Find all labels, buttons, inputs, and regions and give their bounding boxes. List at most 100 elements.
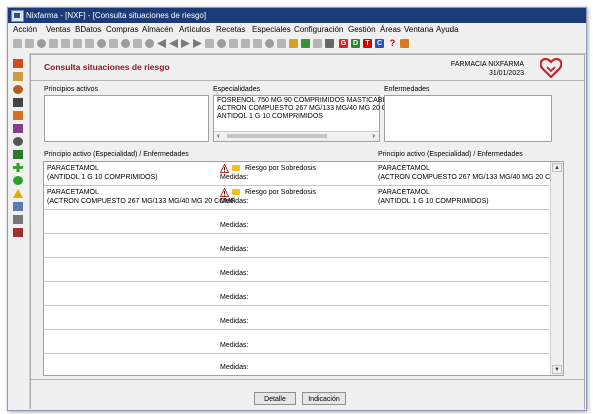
new-icon[interactable] [13, 39, 22, 48]
menu-gestion[interactable]: Gestión [348, 25, 376, 34]
help-icon[interactable]: ? [388, 39, 397, 48]
table-row[interactable]: Medidas: [44, 234, 549, 258]
especialidades-label: Especialidades [213, 86, 261, 93]
calculator-icon[interactable] [241, 39, 250, 48]
save-icon[interactable] [25, 39, 34, 48]
preview-icon[interactable] [97, 39, 106, 48]
stack-icon[interactable] [277, 39, 286, 48]
enfermedades-list[interactable] [384, 95, 552, 142]
principios-list[interactable] [44, 95, 209, 142]
scroll-thumb[interactable] [227, 134, 327, 138]
right-speciality: (ACTRON COMPUESTO 267 MG/133 MG/40 MG 20… [378, 174, 564, 181]
menu-articulos[interactable]: Artículos [179, 25, 210, 34]
pills-icon [232, 189, 240, 195]
table-row[interactable]: Medidas: [44, 210, 549, 234]
detalle-button[interactable]: Detalle [254, 392, 296, 405]
favorite-icon[interactable] [145, 39, 154, 48]
list-icon[interactable] [13, 150, 23, 159]
menu-ventas[interactable]: Ventas [46, 25, 70, 34]
sales-icon[interactable] [13, 59, 23, 68]
table-row[interactable]: PARACETAMOL (ANTIDOL 1 G 10 COMPRIMIDOS)… [44, 162, 563, 186]
table-row[interactable]: Medidas: [44, 354, 549, 375]
especialidades-hscrollbar[interactable]: ‹ › [214, 131, 379, 141]
menu-areas[interactable]: Áreas [380, 25, 401, 34]
medidas-label: Medidas: [220, 246, 249, 253]
camera-icon[interactable] [253, 39, 262, 48]
table-row[interactable]: Medidas: [44, 306, 549, 330]
menu-especiales[interactable]: Especiales [252, 25, 291, 34]
d-button[interactable]: D [351, 39, 360, 48]
menu-almacen[interactable]: Almacén [142, 25, 173, 34]
back-icon[interactable] [205, 39, 214, 48]
page-title: Consulta situaciones de riesgo [44, 62, 170, 72]
alert-icon[interactable] [13, 189, 23, 198]
next-icon[interactable] [181, 39, 190, 48]
especialidad-item[interactable]: ACTRON COMPUESTO 267 MG/133 MG/40 MG 20 … [217, 105, 402, 112]
copy-icon[interactable] [61, 39, 70, 48]
scroll-left-icon[interactable]: ‹ [217, 131, 220, 140]
scroll-down-icon[interactable]: ▼ [552, 365, 562, 374]
medidas-label: Medidas: [220, 174, 249, 181]
menu-ventana[interactable]: Ventana [404, 25, 433, 34]
c-button[interactable]: C [375, 39, 384, 48]
scroll-up-icon[interactable]: ▲ [552, 163, 562, 172]
wallet-icon[interactable] [13, 72, 23, 81]
edit-icon[interactable] [37, 39, 46, 48]
first-icon[interactable] [157, 39, 166, 48]
table-row[interactable]: Medidas: [44, 282, 549, 306]
cut-icon[interactable] [109, 39, 118, 48]
home-icon[interactable] [400, 39, 409, 48]
indicacion-button[interactable]: Indicación [302, 392, 346, 405]
right-speciality: (ANTIDOL 1 G 10 COMPRIMIDOS) [378, 198, 489, 205]
refresh-icon[interactable] [13, 176, 23, 185]
table-row[interactable]: Medidas: [44, 258, 549, 282]
t-button[interactable]: T [363, 39, 372, 48]
menu-ayuda[interactable]: Ayuda [436, 25, 459, 34]
nixfarma-logo-icon [540, 58, 562, 78]
grid-vscrollbar[interactable]: ▲ ▼ [550, 162, 563, 375]
panel-footer: Detalle Indicación [31, 379, 584, 409]
cart-icon[interactable] [13, 98, 23, 107]
filter-icon[interactable] [133, 39, 142, 48]
menu-accion[interactable]: Acción [13, 25, 37, 34]
menu-bdatos[interactable]: BDatos [75, 25, 101, 34]
especialidad-item[interactable]: FOSRENOL 750 MG 90 COMPRIMIDOS MASTICABL… [217, 97, 396, 104]
table-row[interactable]: Medidas: [44, 330, 549, 354]
user-icon[interactable] [13, 85, 23, 94]
find-icon[interactable] [121, 39, 130, 48]
tools-icon[interactable] [229, 39, 238, 48]
warning-icon [220, 188, 229, 197]
print-icon[interactable] [85, 39, 94, 48]
title-bar: Nixfarma - [NXF] - [Consulta situaciones… [8, 8, 586, 23]
prev-icon[interactable] [169, 39, 178, 48]
menu-compras[interactable]: Compras [106, 25, 138, 34]
last-icon[interactable] [193, 39, 202, 48]
table-icon[interactable] [13, 215, 23, 224]
table-row[interactable]: PARACETAMOL (ACTRON COMPUESTO 267 MG/133… [44, 186, 549, 210]
g-button[interactable]: G [339, 39, 348, 48]
link-icon[interactable] [13, 137, 23, 146]
box-icon[interactable] [325, 39, 334, 48]
add-icon[interactable] [13, 163, 23, 172]
grid-icon[interactable] [289, 39, 298, 48]
scroll-right-icon[interactable]: › [372, 131, 375, 140]
stats-icon[interactable] [13, 228, 23, 237]
chart-icon[interactable] [301, 39, 310, 48]
refresh-icon[interactable] [217, 39, 226, 48]
stock-icon[interactable] [13, 111, 23, 120]
key-icon[interactable] [265, 39, 274, 48]
menu-recetas[interactable]: Recetas [216, 25, 245, 34]
especialidad-item[interactable]: ANTIDOL 1 G 10 COMPRIMIDOS [217, 113, 323, 120]
paste-icon[interactable] [73, 39, 82, 48]
especialidades-list[interactable]: FOSRENOL 750 MG 90 COMPRIMIDOS MASTICABL… [213, 95, 402, 142]
menu-bar: Acción Ventas BDatos Compras Almacén Art… [8, 23, 586, 36]
link-icon[interactable] [313, 39, 322, 48]
medidas-label: Medidas: [220, 364, 249, 371]
left-principle: PARACETAMOL [47, 189, 99, 196]
menu-configuracion[interactable]: Configuración [294, 25, 343, 34]
people-icon[interactable] [13, 202, 23, 211]
warning-icon [220, 164, 229, 173]
app-window: Nixfarma - [NXF] - [Consulta situaciones… [7, 7, 587, 411]
pill-icon[interactable] [13, 124, 23, 133]
folder-icon[interactable] [49, 39, 58, 48]
